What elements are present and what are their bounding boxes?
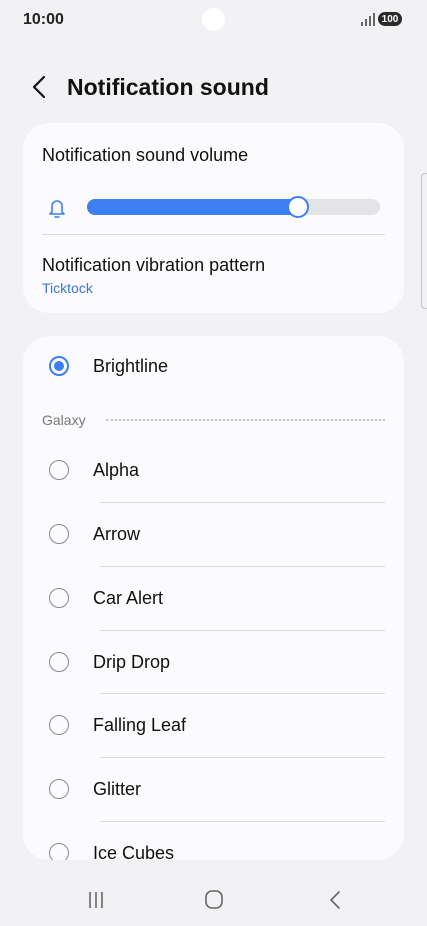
sound-option-label: Brightline [93,356,169,376]
navigation-bar [0,874,427,926]
recent-apps-icon[interactable] [81,888,111,912]
radio-button-checked[interactable] [49,356,69,376]
sound-option-label: Alpha [93,460,140,480]
battery-icon: 100 [378,12,402,26]
sound-option-ice-cubes[interactable]: Ice Cubes [23,823,404,860]
app-header: Notification sound [0,66,427,110]
radio-button[interactable] [49,779,69,799]
vibration-pattern-value: Ticktock [42,280,93,296]
back-nav-icon[interactable] [320,888,350,912]
signal-icon [361,13,375,26]
volume-slider-fill [87,199,298,215]
row-divider [100,757,385,758]
sound-option-arrow[interactable]: Arrow [23,504,404,568]
row-divider [100,502,385,503]
camera-cutout [202,8,225,31]
row-divider [100,693,385,694]
status-bar: 10:00 100 [0,0,427,40]
bell-icon [49,200,65,218]
radio-button[interactable] [49,588,69,608]
vibration-pattern-label: Notification vibration pattern [42,255,266,275]
sound-option-label: Car Alert [93,588,164,608]
sound-option-label: Glitter [93,779,142,799]
status-time: 10:00 [23,11,64,28]
divider [42,234,385,235]
radio-button[interactable] [49,460,69,480]
radio-button[interactable] [49,843,69,860]
sound-option-label: Falling Leaf [93,715,187,735]
volume-card: Notification sound volume Notification v… [23,123,404,313]
sound-option-alpha[interactable]: Alpha [23,440,404,504]
sound-option-label: Arrow [93,524,141,544]
row-divider [100,630,385,631]
volume-label: Notification sound volume [42,145,249,165]
home-icon[interactable] [199,888,229,912]
sound-option-label: Drip Drop [93,652,171,672]
group-divider [106,419,385,421]
volume-slider[interactable] [87,196,380,218]
group-label: Galaxy [42,412,86,428]
sound-option-car-alert[interactable]: Car Alert [23,568,404,632]
radio-button[interactable] [49,715,69,735]
page-title: Notification sound [67,74,269,100]
sound-option-glitter[interactable]: Glitter [23,759,404,823]
sound-option-brightline[interactable]: Brightline [23,336,404,400]
sound-option-drip-drop[interactable]: Drip Drop [23,632,404,696]
sound-option-label: Ice Cubes [93,843,175,860]
radio-button[interactable] [49,652,69,672]
volume-slider-thumb[interactable] [286,196,309,218]
row-divider [100,821,385,822]
radio-button[interactable] [49,524,69,544]
vibration-pattern-row[interactable]: Notification vibration pattern Ticktock [23,241,404,301]
row-divider [100,566,385,567]
group-header-galaxy: Galaxy [42,410,385,428]
scroll-indicator[interactable] [421,173,427,309]
sound-list-card: Brightline Galaxy Alpha Arrow Car Alert … [23,336,404,860]
sound-option-falling-leaf[interactable]: Falling Leaf [23,695,404,759]
back-button[interactable] [27,74,53,100]
